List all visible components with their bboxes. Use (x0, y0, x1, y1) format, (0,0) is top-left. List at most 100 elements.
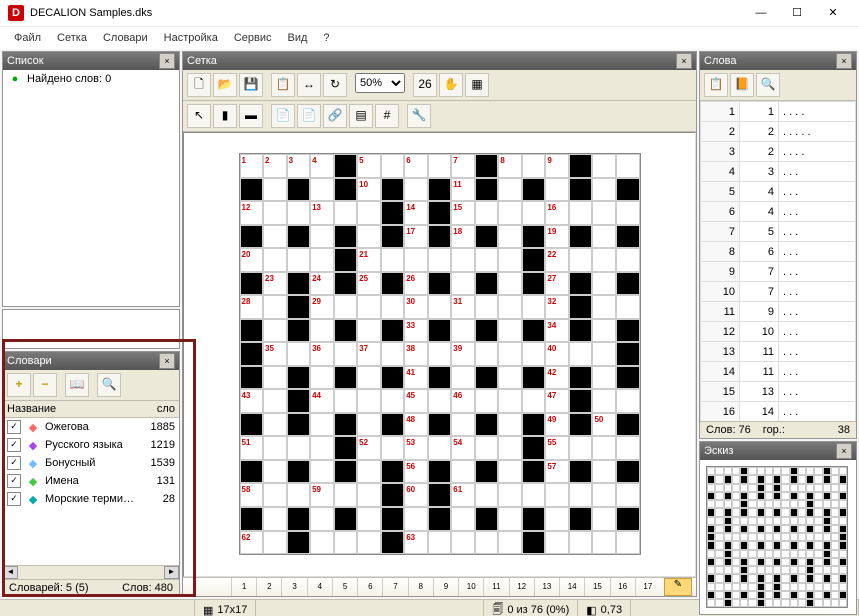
cell[interactable]: 10 (357, 178, 381, 202)
cell[interactable] (757, 484, 765, 492)
cell[interactable] (498, 342, 522, 366)
cell[interactable] (757, 541, 765, 549)
cell[interactable] (263, 531, 287, 555)
number-mode-icon[interactable]: 26 (413, 73, 437, 97)
cell[interactable] (798, 475, 806, 483)
cell[interactable] (748, 558, 756, 566)
cell[interactable] (707, 525, 715, 533)
cell[interactable] (790, 574, 798, 582)
cell[interactable] (831, 558, 839, 566)
cell[interactable] (334, 319, 358, 343)
cell[interactable] (798, 599, 806, 607)
link-icon[interactable]: 🔗 (323, 104, 347, 128)
cell[interactable] (806, 525, 814, 533)
dict-book-icon[interactable]: 📖 (65, 373, 89, 397)
cell[interactable]: 58 (240, 483, 264, 507)
cell[interactable] (823, 541, 831, 549)
cell[interactable] (724, 475, 732, 483)
cell[interactable]: 48 (404, 413, 428, 437)
cell[interactable] (310, 319, 334, 343)
table-row[interactable]: 11. . . . (701, 102, 856, 122)
cell[interactable] (724, 533, 732, 541)
cell[interactable] (790, 599, 798, 607)
cell[interactable] (724, 583, 732, 591)
cell[interactable] (781, 517, 789, 525)
cell[interactable] (310, 366, 334, 390)
table-row[interactable]: 1210. . . (701, 322, 856, 342)
cell[interactable] (839, 583, 847, 591)
cell[interactable]: 17 (404, 225, 428, 249)
cell[interactable] (381, 201, 405, 225)
cell[interactable] (715, 517, 723, 525)
cell[interactable] (814, 550, 822, 558)
cell[interactable]: 24 (310, 272, 334, 296)
cell[interactable] (263, 366, 287, 390)
cell[interactable] (404, 507, 428, 531)
cell[interactable] (790, 541, 798, 549)
cell[interactable] (740, 591, 748, 599)
cell[interactable] (381, 272, 405, 296)
cell[interactable] (592, 436, 616, 460)
cell[interactable] (287, 436, 311, 460)
table-row[interactable]: 97. . . (701, 262, 856, 282)
cell[interactable] (263, 225, 287, 249)
cell[interactable] (839, 484, 847, 492)
cell[interactable] (732, 591, 740, 599)
cell[interactable] (715, 467, 723, 475)
cell[interactable] (475, 460, 499, 484)
cell[interactable] (715, 492, 723, 500)
cell[interactable] (823, 475, 831, 483)
cell[interactable] (569, 201, 593, 225)
cell[interactable] (569, 225, 593, 249)
cell[interactable] (823, 525, 831, 533)
cell[interactable] (757, 500, 765, 508)
cell[interactable] (357, 413, 381, 437)
table-row[interactable]: 22. . . . . (701, 122, 856, 142)
cell[interactable]: 25 (357, 272, 381, 296)
cell[interactable] (814, 492, 822, 500)
table-row[interactable]: 1311. . . (701, 342, 856, 362)
cell[interactable] (240, 225, 264, 249)
cell[interactable] (839, 517, 847, 525)
table-row[interactable]: 86. . . (701, 242, 856, 262)
cell[interactable] (569, 460, 593, 484)
cell[interactable] (806, 517, 814, 525)
cell[interactable] (748, 574, 756, 582)
cell[interactable] (707, 475, 715, 483)
cell[interactable] (498, 483, 522, 507)
cell[interactable] (732, 475, 740, 483)
cell[interactable] (522, 436, 546, 460)
menu-settings[interactable]: Настройка (156, 30, 226, 46)
open-icon[interactable]: 📂 (213, 73, 237, 97)
cell[interactable] (522, 295, 546, 319)
cell[interactable] (715, 583, 723, 591)
cell[interactable]: 21 (357, 248, 381, 272)
cell[interactable] (381, 295, 405, 319)
cell[interactable] (831, 517, 839, 525)
cell[interactable] (475, 225, 499, 249)
cell[interactable] (773, 550, 781, 558)
cell[interactable] (381, 319, 405, 343)
cell[interactable] (522, 248, 546, 272)
cell[interactable] (773, 541, 781, 549)
dict-row[interactable]: ✓ ◆ Ожегова 1885 (3, 418, 179, 436)
cell[interactable] (748, 484, 756, 492)
cell[interactable] (823, 574, 831, 582)
cell[interactable] (814, 533, 822, 541)
cell[interactable] (287, 295, 311, 319)
cell[interactable] (839, 500, 847, 508)
cell[interactable] (773, 583, 781, 591)
cell[interactable] (475, 413, 499, 437)
cell[interactable] (823, 583, 831, 591)
cell[interactable] (707, 533, 715, 541)
cell[interactable] (569, 531, 593, 555)
cell[interactable] (839, 541, 847, 549)
cell[interactable] (757, 533, 765, 541)
cell[interactable] (451, 460, 475, 484)
cell[interactable] (732, 484, 740, 492)
cell[interactable] (740, 583, 748, 591)
cell[interactable] (263, 178, 287, 202)
cell[interactable] (451, 272, 475, 296)
cell[interactable] (757, 508, 765, 516)
cell[interactable] (592, 483, 616, 507)
